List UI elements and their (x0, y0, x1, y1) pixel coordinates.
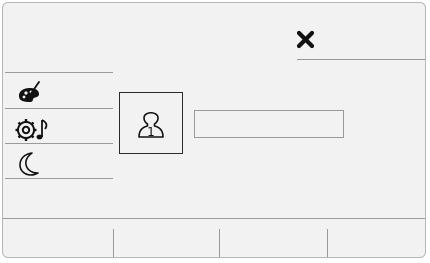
bottom-bar-separator (113, 229, 114, 257)
bottom-bar (3, 218, 426, 257)
close-icon (296, 30, 315, 49)
sidebar-item-night-mode[interactable] (5, 146, 113, 178)
settings-screen: 1 (2, 2, 426, 258)
sidebar-divider (5, 108, 113, 109)
sidebar-divider (5, 72, 113, 73)
sidebar-item-appearance[interactable] (5, 76, 113, 108)
bottom-bar-separator (327, 229, 328, 257)
user-profile-button[interactable]: 1 (119, 92, 183, 154)
bottom-bar-slot-4[interactable] (320, 219, 426, 257)
profile-number: 1 (147, 125, 155, 139)
user-profile-1-icon: 1 (138, 111, 164, 139)
header-divider (297, 59, 425, 60)
bottom-bar-slot-3[interactable] (214, 219, 320, 257)
moon-icon (19, 152, 39, 176)
bottom-bar-slot-1[interactable] (3, 219, 109, 257)
bottom-bar-separator (219, 229, 220, 257)
close-button[interactable] (291, 25, 321, 55)
profile-name-field[interactable] (194, 110, 344, 138)
sidebar-item-sound[interactable] (5, 112, 113, 144)
sidebar-divider (5, 143, 113, 144)
sidebar-divider (5, 178, 113, 179)
palette-icon (19, 81, 40, 102)
bottom-bar-slot-2[interactable] (109, 219, 215, 257)
sound-settings-icon (15, 119, 48, 141)
